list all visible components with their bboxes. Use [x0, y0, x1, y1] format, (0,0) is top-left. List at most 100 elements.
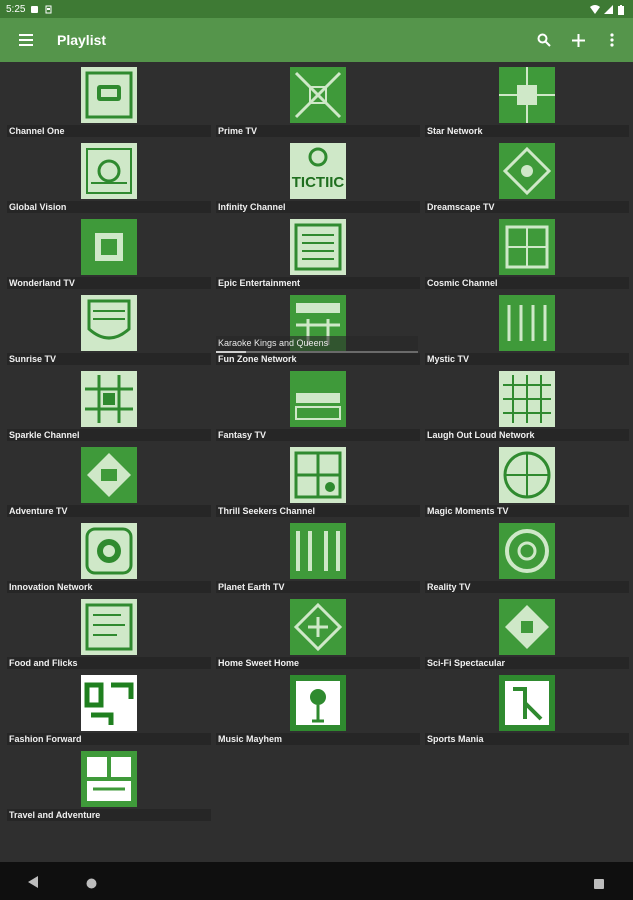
channel-tile[interactable]: Wonderland TV: [7, 218, 216, 294]
battery-icon: [618, 4, 627, 15]
channel-label: Mystic TV: [427, 354, 470, 364]
now-playing-overlay[interactable]: Karaoke Kings and Queens: [216, 336, 418, 354]
channel-label: Fun Zone Network: [218, 354, 297, 364]
channel-label: Fantasy TV: [218, 430, 267, 440]
channel-grid: Channel One Prime TV Star Network Global Vi…: [7, 66, 633, 826]
channel-logo: [81, 67, 137, 123]
hamburger-menu-icon[interactable]: [14, 28, 38, 52]
page-title: Playlist: [57, 32, 107, 48]
channel-tile[interactable]: Fun Zone Network: [216, 294, 425, 370]
recents-icon[interactable]: [594, 876, 604, 894]
channel-tile[interactable]: Laugh Out Loud Network: [425, 370, 633, 446]
channel-tile[interactable]: Global Vision: [7, 142, 216, 218]
channel-logo: [81, 751, 137, 807]
channel-tile[interactable]: Food and Flicks: [7, 598, 216, 674]
channel-tile[interactable]: Thrill Seekers Channel: [216, 446, 425, 522]
channel-label: Adventure TV: [9, 506, 68, 516]
channel-tile[interactable]: Magic Moments TV: [425, 446, 633, 522]
channel-label: Food and Flicks: [9, 658, 78, 668]
channel-label: Magic Moments TV: [427, 506, 509, 516]
channel-label: Channel One: [9, 126, 65, 136]
channel-tile[interactable]: Reality TV: [425, 522, 633, 598]
playback-progress-fill: [216, 351, 247, 353]
channel-tile[interactable]: Star Network: [425, 66, 633, 142]
playback-progress: [216, 351, 418, 353]
channel-logo: [81, 523, 137, 579]
channel-logo: [499, 599, 555, 655]
search-icon[interactable]: [531, 27, 557, 53]
channel-label: Dreamscape TV: [427, 202, 495, 212]
channel-logo: [499, 371, 555, 427]
channel-tile[interactable]: Sunrise TV: [7, 294, 216, 370]
svg-text:TICTIIC: TICTIIC: [292, 174, 345, 191]
channel-logo: [499, 523, 555, 579]
channel-tile[interactable]: Fashion Forward: [7, 674, 216, 750]
channel-logo: [499, 143, 555, 199]
channel-label: Fashion Forward: [9, 734, 82, 744]
sd-card-icon: [44, 5, 53, 14]
add-icon[interactable]: [565, 27, 591, 53]
channel-tile[interactable]: Music Mayhem: [216, 674, 425, 750]
app-bar: Playlist: [0, 18, 633, 62]
channel-label: Cosmic Channel: [427, 278, 498, 288]
channel-logo: [290, 675, 346, 731]
channel-tile[interactable]: Channel One: [7, 66, 216, 142]
channel-tile[interactable]: Adventure TV: [7, 446, 216, 522]
channel-tile[interactable]: TICTIIC Infinity Channel: [216, 142, 425, 218]
channel-logo: [81, 371, 137, 427]
channel-tile[interactable]: Sci-Fi Spectacular: [425, 598, 633, 674]
channel-logo: [290, 523, 346, 579]
status-bar: 5:25: [0, 0, 633, 18]
channel-label: Star Network: [427, 126, 483, 136]
channel-label: Sports Mania: [427, 734, 484, 744]
channel-logo: [290, 371, 346, 427]
channel-label: Sunrise TV: [9, 354, 57, 364]
channel-logo: [499, 447, 555, 503]
channel-logo: [499, 295, 555, 351]
channel-logo: [499, 675, 555, 731]
channel-label: Laugh Out Loud Network: [427, 430, 535, 440]
channel-tile[interactable]: Sparkle Channel: [7, 370, 216, 446]
cell-signal-icon: [604, 4, 613, 14]
channel-tile[interactable]: Dreamscape TV: [425, 142, 633, 218]
channel-logo: TICTIIC: [290, 143, 346, 199]
channel-label: Global Vision: [9, 202, 67, 212]
channel-label: Reality TV: [427, 582, 471, 592]
notification-icon: [30, 5, 39, 14]
channel-logo: [290, 219, 346, 275]
channel-tile[interactable]: Innovation Network: [7, 522, 216, 598]
channel-label: Music Mayhem: [218, 734, 283, 744]
channel-logo: [81, 675, 137, 731]
channel-logo: [81, 143, 137, 199]
now-playing-text: Karaoke Kings and Queens: [218, 338, 329, 348]
back-icon[interactable]: [28, 875, 38, 893]
channel-logo: [81, 219, 137, 275]
channel-label: Planet Earth TV: [218, 582, 285, 592]
channel-tile[interactable]: Travel and Adventure: [7, 750, 216, 826]
channel-label: Home Sweet Home: [218, 658, 300, 668]
channel-tile[interactable]: Sports Mania: [425, 674, 633, 750]
channel-label: Infinity Channel: [218, 202, 286, 212]
channel-logo: [290, 599, 346, 655]
channel-label: Sci-Fi Spectacular: [427, 658, 506, 668]
system-nav-bar: [0, 862, 633, 900]
channel-label: Thrill Seekers Channel: [218, 506, 316, 516]
channel-tile[interactable]: Planet Earth TV: [216, 522, 425, 598]
channel-tile[interactable]: Mystic TV: [425, 294, 633, 370]
channel-tile[interactable]: Fantasy TV: [216, 370, 425, 446]
channel-tile[interactable]: Cosmic Channel: [425, 218, 633, 294]
channel-logo: [499, 219, 555, 275]
channel-tile[interactable]: Prime TV: [216, 66, 425, 142]
channel-logo: [81, 599, 137, 655]
channel-tile[interactable]: Home Sweet Home: [216, 598, 425, 674]
home-icon[interactable]: [86, 876, 97, 894]
channel-label: Innovation Network: [9, 582, 93, 592]
wifi-icon: [590, 4, 600, 14]
channel-logo: [290, 67, 346, 123]
more-vert-icon[interactable]: [599, 27, 625, 53]
channel-label: Wonderland TV: [9, 278, 75, 288]
channel-logo: [499, 67, 555, 123]
channel-label: Sparkle Channel: [9, 430, 80, 440]
channel-tile[interactable]: Epic Entertainment: [216, 218, 425, 294]
channel-logo: [81, 447, 137, 503]
